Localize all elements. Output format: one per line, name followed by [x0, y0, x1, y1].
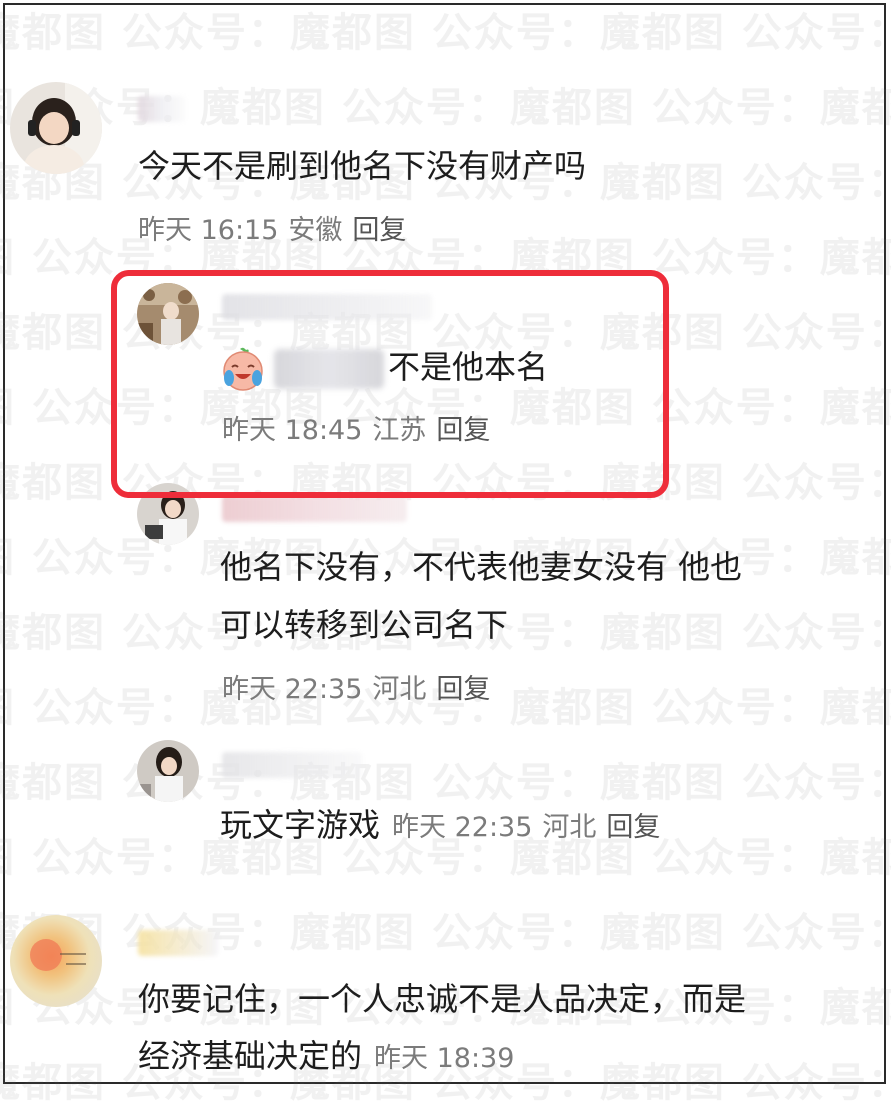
comment-text-line: 经济基础决定的 [138, 1037, 363, 1075]
highlight-box [111, 270, 669, 498]
comment-meta: 昨天 22:35 河北 回复 [222, 667, 500, 706]
comment-text-row: 玩文字游戏 昨天 22:35 河北 回复 [220, 796, 670, 857]
comment-meta: 昨天 18:39 [374, 1043, 524, 1074]
username-blurred [138, 96, 186, 122]
comment-location: 河北 [542, 812, 597, 843]
comment-text-line: 他名下没有，不代表他妻女没有 他也 [220, 548, 743, 586]
comment-time: 昨天 16:15 [138, 215, 279, 246]
comment-text: 今天不是刷到他名下没有财产吗 [138, 147, 587, 185]
comment-meta: 昨天 16:15 安徽 回复 [138, 208, 416, 247]
reply-button[interactable]: 回复 [352, 215, 406, 246]
comment-location: 河北 [372, 674, 427, 705]
user-avatar[interactable] [10, 82, 102, 174]
comment-time: 昨天 18:39 [374, 1043, 515, 1074]
comment-location: 安徽 [288, 215, 343, 246]
user-avatar[interactable] [137, 740, 199, 802]
comment-text: 玩文字游戏 [220, 806, 381, 844]
username-blurred [222, 496, 407, 522]
reply-button[interactable]: 回复 [436, 674, 490, 705]
comment-meta: 昨天 22:35 河北 回复 [392, 812, 670, 843]
comment-text-row: 经济基础决定的 昨天 18:39 [138, 1027, 524, 1088]
reply-button[interactable]: 回复 [606, 812, 660, 843]
username-blurred [222, 752, 362, 778]
comment-text-line: 可以转移到公司名下 [220, 606, 509, 644]
comment-text-line: 你要记住，一个人忠诚不是人品决定，而是 [138, 980, 747, 1018]
comment-time: 昨天 22:35 [392, 812, 533, 843]
comment-time: 昨天 22:35 [222, 674, 363, 705]
username-blurred [138, 930, 218, 956]
user-avatar[interactable] [10, 915, 102, 1007]
